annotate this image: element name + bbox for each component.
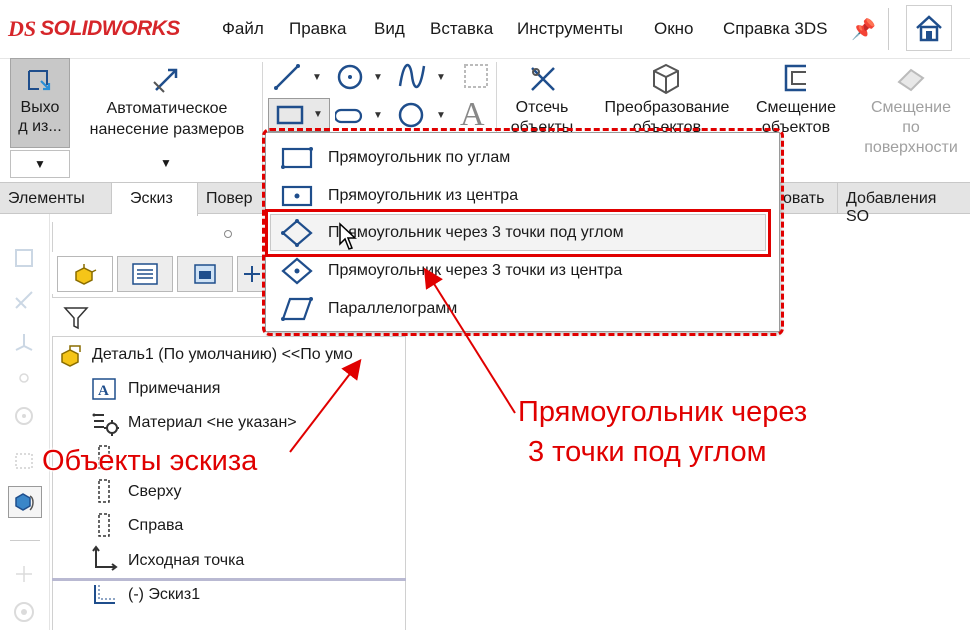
- exit-sketch-label: Выхо д из...: [14, 98, 66, 136]
- menu-edit[interactable]: Правка: [289, 19, 346, 39]
- tab-solidworks-addins[interactable]: Добавления SO: [838, 183, 970, 225]
- rotate-view-icon[interactable]: [10, 402, 38, 430]
- tree-item-sketch1[interactable]: (-) Эскиз1: [128, 586, 200, 604]
- feature-manager-tab[interactable]: [57, 256, 113, 292]
- filter-icon[interactable]: [62, 304, 90, 332]
- annotations-icon: A: [90, 376, 118, 402]
- spline-icon[interactable]: [396, 60, 428, 92]
- svg-text:A: A: [98, 383, 109, 399]
- menu-view[interactable]: Вид: [374, 19, 405, 39]
- solidworks-logo-text: SOLIDWORKS: [40, 17, 180, 40]
- offset-on-surface-label-line3: поверхности: [864, 139, 958, 156]
- tab-features-label: Элементы: [8, 190, 85, 207]
- tree-item-annotations[interactable]: Примечания: [128, 380, 220, 398]
- sketch-icon: [90, 582, 118, 608]
- menu-file[interactable]: Файл: [222, 19, 264, 39]
- tree-root-part[interactable]: Деталь1 (По умолчанию) <<По умо: [92, 346, 404, 364]
- ds-logo-mark: DS: [8, 16, 37, 41]
- menu-insert[interactable]: Вставка: [430, 19, 493, 39]
- auto-dimension-label-line1: Автоматическое: [106, 100, 228, 117]
- line-icon[interactable]: [272, 62, 302, 92]
- construction-geometry-icon[interactable]: [462, 62, 490, 90]
- appearance-icon[interactable]: [10, 446, 38, 474]
- display-pane-button[interactable]: [8, 486, 42, 518]
- callout-sketch-objects: Объекты эскиза: [42, 445, 258, 477]
- tab-features[interactable]: Элементы: [0, 183, 112, 214]
- hide-show-icon[interactable]: [10, 560, 38, 588]
- tab-sketch-label: Эскиз: [130, 190, 173, 207]
- tab-addins-label: Добавления SO: [846, 190, 937, 225]
- dot-icon[interactable]: [10, 364, 38, 392]
- tree-item-material[interactable]: Материал <не указан>: [128, 414, 297, 432]
- triad-icon[interactable]: [10, 328, 38, 356]
- view-orientation-icon[interactable]: [10, 244, 38, 272]
- solidworks-logo: DS SOLIDWORKS: [8, 14, 180, 44]
- tab-sketch[interactable]: Эскиз: [112, 183, 198, 216]
- line-dropdown[interactable]: ▼: [312, 72, 322, 83]
- part-icon: [61, 345, 81, 367]
- auto-dimension-button[interactable]: Автоматическое нанесение размеров: [80, 98, 254, 140]
- offset-on-surface-button[interactable]: Смещение по поверхности: [852, 98, 970, 158]
- polygon-icon[interactable]: [396, 100, 426, 130]
- offset-on-surface-label-line1: Смещение: [870, 99, 951, 116]
- menu-window[interactable]: Окно: [654, 19, 694, 39]
- configuration-icon: [194, 264, 216, 284]
- dimxpert-icon: [244, 266, 260, 282]
- strip-separator: [10, 540, 40, 541]
- menu-help-3ds[interactable]: Справка 3DS: [723, 19, 827, 39]
- smart-dimension-icon: [153, 68, 178, 93]
- part-display-icon: [15, 493, 34, 511]
- property-manager-tab[interactable]: [117, 256, 173, 292]
- convert-entities-icon: [653, 63, 679, 95]
- exit-sketch-dropdown[interactable]: ▼: [10, 150, 70, 178]
- rectangle-icon: [276, 105, 304, 125]
- offset-on-surface-label-line2: по: [902, 119, 920, 136]
- tab-evaluate-label: овать: [783, 190, 825, 207]
- callout-line1: Прямоугольник через: [518, 396, 808, 428]
- convert-entities-label-line1: Преобразование: [604, 99, 730, 116]
- spline-dropdown[interactable]: ▼: [436, 72, 446, 83]
- annotation-selected-box: [265, 209, 771, 257]
- exit-sketch-icon: [28, 70, 51, 91]
- feature-tree-icon: [75, 264, 97, 285]
- rectangle-dropdown[interactable]: ▼: [313, 109, 323, 120]
- tab-surfaces-label: Повер: [206, 190, 253, 207]
- slot-icon[interactable]: [335, 100, 365, 130]
- configuration-manager-tab[interactable]: [177, 256, 233, 292]
- home-icon: [916, 15, 942, 42]
- auto-dimension-dropdown[interactable]: ▼: [160, 156, 172, 170]
- tab-surfaces[interactable]: Повер: [198, 183, 268, 214]
- exit-sketch-label-line2: д из...: [18, 118, 62, 135]
- panel-resize-handle[interactable]: [224, 230, 232, 238]
- rollback-bar[interactable]: [52, 578, 406, 581]
- pin-icon[interactable]: 📌: [851, 17, 876, 42]
- target-icon[interactable]: [10, 598, 38, 626]
- property-list-icon: [132, 263, 158, 285]
- circle-dropdown[interactable]: ▼: [373, 72, 383, 83]
- tree-item-right-plane[interactable]: Справа: [128, 517, 183, 535]
- auto-dimension-label-line2: нанесение размеров: [89, 121, 245, 138]
- home-button[interactable]: [906, 5, 952, 51]
- rectangle-tool-button[interactable]: ▼: [268, 98, 330, 132]
- exit-sketch-label-line1: Выхо: [20, 99, 60, 116]
- offset-entities-label-line1: Смещение: [755, 99, 836, 116]
- offset-on-surface-icon: [897, 68, 925, 92]
- menubar-separator: [888, 8, 889, 50]
- callout-3point-rectangle: Прямоугольник через 3 точки под углом: [518, 392, 807, 472]
- trim-entities-icon: [531, 67, 555, 91]
- circle-icon[interactable]: [335, 62, 365, 92]
- tree-item-origin[interactable]: Исходная точка: [128, 552, 244, 570]
- slot-dropdown[interactable]: ▼: [373, 110, 383, 121]
- material-icon: [90, 410, 120, 436]
- right-plane-icon: [94, 512, 114, 538]
- top-plane-icon: [94, 478, 114, 504]
- tree-item-top-plane[interactable]: Сверху: [128, 483, 182, 501]
- trim-entities-label-line1: Отсечь: [515, 99, 569, 116]
- section-view-icon[interactable]: [10, 286, 38, 314]
- menu-tools[interactable]: Инструменты: [517, 19, 623, 39]
- origin-icon: [90, 545, 118, 573]
- offset-entities-icon: [784, 64, 806, 92]
- callout-line2: 3 точки под углом: [528, 436, 767, 468]
- polygon-dropdown[interactable]: ▼: [436, 110, 446, 121]
